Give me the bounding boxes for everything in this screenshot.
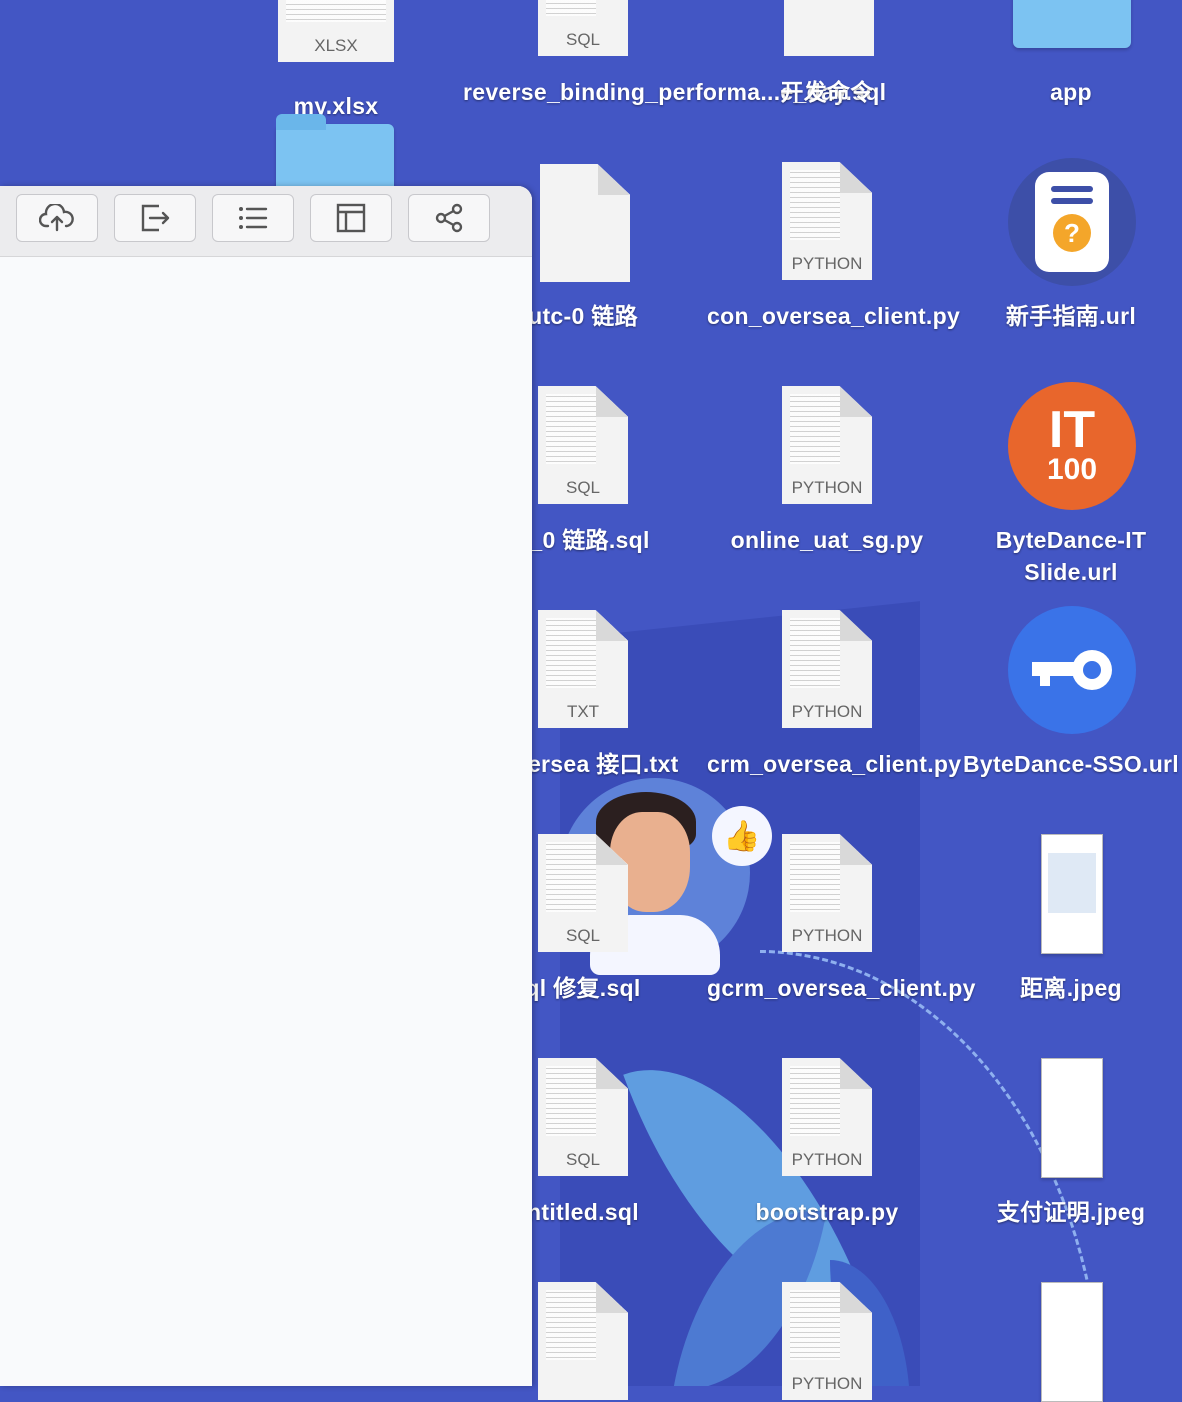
key-icon bbox=[1032, 650, 1112, 690]
file-label-gcrm-oversea-client[interactable]: gcrm_oversea_client.py bbox=[707, 972, 975, 1004]
layout-icon bbox=[336, 203, 366, 233]
file-label-my-xlsx[interactable]: my.xlsx bbox=[216, 90, 456, 122]
file-icon[interactable] bbox=[784, 0, 874, 56]
share-button[interactable] bbox=[408, 194, 490, 242]
side-panel bbox=[0, 186, 532, 1386]
sso-app-icon[interactable] bbox=[1008, 606, 1136, 734]
sql-file-icon[interactable]: SQL bbox=[538, 0, 628, 56]
image-thumbnail[interactable] bbox=[1041, 1282, 1103, 1402]
list-icon bbox=[239, 207, 268, 229]
image-thumbnail[interactable] bbox=[1041, 834, 1103, 954]
panel-toolbar bbox=[0, 186, 532, 257]
cloud-upload-icon bbox=[39, 204, 74, 232]
file-label-it-slide[interactable]: ByteDance-IT Slide.url bbox=[951, 524, 1182, 588]
it-slide-app-icon[interactable]: IT 100 bbox=[1008, 382, 1136, 510]
file-label-distance-jpeg[interactable]: 距离.jpeg bbox=[951, 972, 1182, 1004]
it-logo-mark: 100 bbox=[1046, 453, 1098, 486]
file-label-bootstrap[interactable]: bootstrap.py bbox=[707, 1196, 947, 1228]
upload-button[interactable] bbox=[16, 194, 98, 242]
image-thumbnail[interactable] bbox=[1041, 1058, 1103, 1178]
export-icon bbox=[141, 204, 170, 232]
folder-label-app[interactable]: app bbox=[951, 76, 1182, 108]
file-label-reverse-binding[interactable]: reverse_binding_performa...e_day.sql bbox=[463, 76, 886, 108]
share-icon bbox=[435, 203, 463, 233]
folder-icon[interactable] bbox=[1013, 0, 1131, 48]
panel-content bbox=[0, 257, 532, 1386]
file-label-online-uat-sg[interactable]: online_uat_sg.py bbox=[707, 524, 947, 556]
export-button[interactable] bbox=[114, 194, 196, 242]
question-icon: ? bbox=[1053, 214, 1091, 252]
xlsx-file-icon[interactable]: XLSX bbox=[278, 0, 394, 62]
layout-button[interactable] bbox=[310, 194, 392, 242]
file-label-con-oversea-client[interactable]: con_oversea_client.py bbox=[707, 300, 960, 332]
file-label-guide[interactable]: 新手指南.url bbox=[951, 300, 1182, 332]
thumbs-up-icon: 👍 bbox=[712, 806, 772, 866]
list-button[interactable] bbox=[212, 194, 294, 242]
file-label-payment-jpeg[interactable]: 支付证明.jpeg bbox=[951, 1196, 1182, 1228]
guide-app-icon[interactable]: ? bbox=[1008, 158, 1136, 286]
it-logo-text: IT bbox=[1048, 401, 1096, 459]
file-label-crm-oversea-client[interactable]: crm_oversea_client.py bbox=[707, 748, 961, 780]
file-label-sso[interactable]: ByteDance-SSO.url bbox=[951, 748, 1182, 780]
file-label-dev-commands[interactable]: 开发命令 bbox=[707, 76, 947, 108]
